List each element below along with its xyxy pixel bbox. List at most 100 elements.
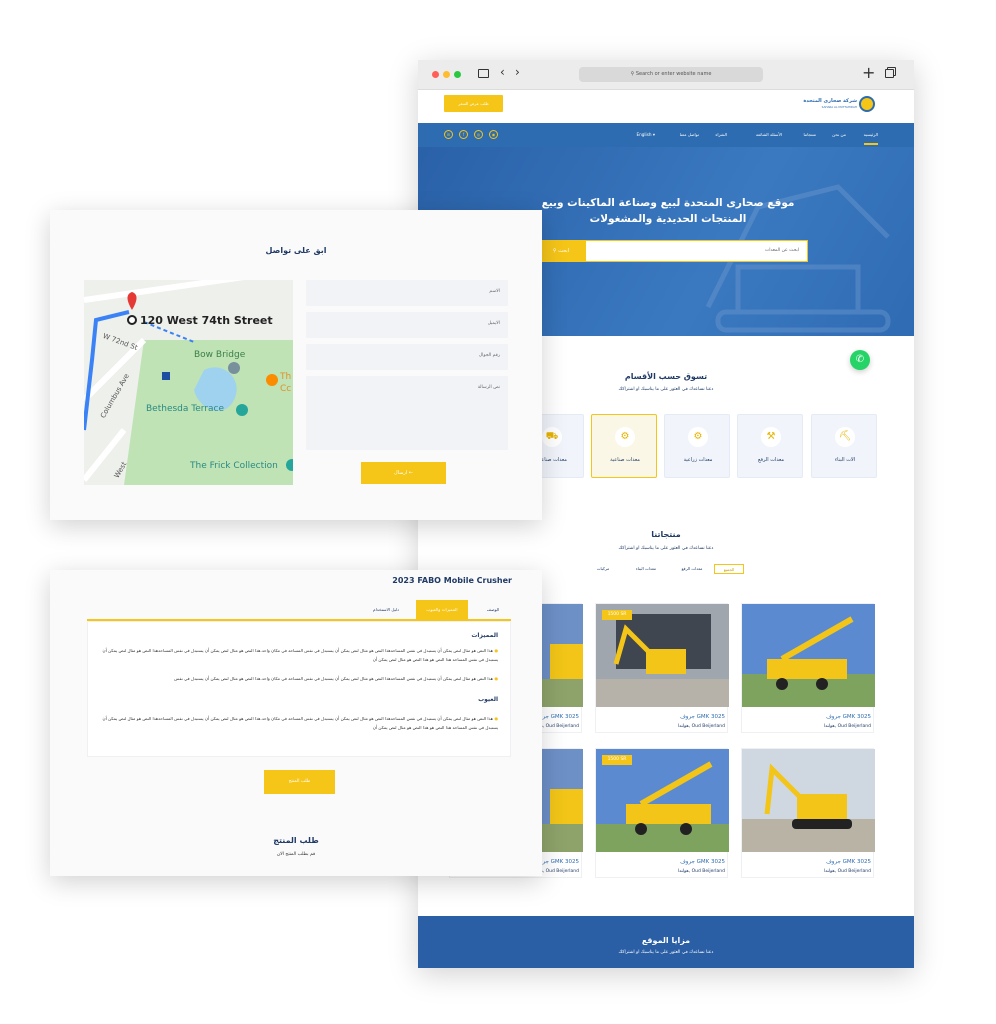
logo-text-en: SAHARA AL MUTTAHIDAH (821, 105, 857, 109)
filter-all[interactable]: الجميع (714, 564, 744, 574)
address-bar[interactable]: ⚲ Search or enter website name (579, 67, 763, 82)
pros-item: ● هذا النص هو مثال لنص يمكن أن يستبدل في… (98, 674, 498, 683)
bullet-icon: ● (493, 716, 498, 721)
close-window-button[interactable] (432, 71, 439, 78)
logo-emblem-icon (859, 96, 875, 112)
crane-icon: ⚒ (761, 427, 781, 447)
product-location: هولندا, Oud Beijerland (677, 869, 725, 874)
send-button[interactable]: ارسال ← (361, 462, 446, 484)
phone-field-label: رقم الجوال (478, 353, 500, 358)
site-header: طلب عرض السعر شركة صحارى المتحدة SAHARA … (418, 90, 914, 123)
features-subtitle: دعنا نساعدك في العثور على ما يناسبك او ا… (618, 950, 714, 955)
contact-panel: ابق على تواصل 120 West 74th Street Bow B… (50, 210, 542, 520)
product-location: هولندا, Oud Beijerland (677, 724, 725, 729)
nav-item-purchase[interactable]: الشراء (715, 123, 727, 147)
bullet-icon: ● (493, 676, 498, 681)
category-label: معدات صناعية (610, 457, 640, 463)
pros-item-text: هذا النص هو مثال لنص يمكن أن يستبدل في ن… (174, 676, 493, 681)
tabs-overview-icon[interactable] (885, 69, 894, 78)
logo-text-ar: شركة صحارى المتحدة (803, 98, 857, 104)
category-card-lifting[interactable]: ⚒ معدات الرفع (737, 414, 803, 478)
nav-item-contact[interactable]: تواصل معنا (680, 123, 699, 147)
facebook-icon[interactable]: f (459, 130, 468, 139)
products-title: منتجاتنا (651, 530, 681, 539)
construction-machine-icon: ⛏ (835, 427, 855, 447)
tab-user-guide[interactable]: دليل الاستخدام (361, 600, 411, 620)
product-details-panel: 2023 FABO Mobile Crusher الوصف المميزات … (50, 570, 542, 876)
price-badge: 1500 SR (602, 610, 632, 620)
filter-lifting[interactable]: معدات الرفع (674, 564, 710, 574)
gears-icon: ⚙ (615, 427, 635, 447)
phone-field[interactable]: رقم الجوال (306, 344, 508, 370)
pros-heading: المميزات (471, 632, 498, 639)
category-card-industrial[interactable]: ⚙ معدات صناعية (591, 414, 657, 478)
product-location: هولندا, Oud Beijerland (823, 869, 871, 874)
product-card[interactable]: 1500 SR جروف GMK 3025 هولندا, Oud Beijer… (595, 748, 729, 878)
price-badge: 1500 SR (602, 755, 632, 765)
minimize-window-button[interactable] (443, 71, 450, 78)
product-location: هولندا, Oud Beijerland (823, 724, 871, 729)
excavator-image (742, 749, 875, 852)
map-label-bow-bridge: Bow Bridge (194, 350, 246, 360)
product-card[interactable]: جروف GMK 3025 هولندا, Oud Beijerland (741, 748, 875, 878)
category-label: معدات زراعية (683, 457, 713, 463)
bullet-icon: ● (493, 648, 498, 653)
map-label-bethesda: Bethesda Terrace (146, 404, 225, 414)
category-card-agriculture[interactable]: ⚙ معدات زراعية (664, 414, 730, 478)
cons-item: ● هذا النص هو مثال لنص يمكن أن يستبدل في… (98, 714, 498, 732)
product-title: جروف GMK 3025 (680, 859, 725, 865)
request-product-button[interactable]: طلب المنتج (264, 770, 335, 794)
features-title: مزايا الموقع (641, 936, 691, 945)
nav-item-about[interactable]: من نحن (832, 123, 846, 147)
cons-heading: العيوب (478, 696, 498, 703)
tab-content: المميزات ● هذا النص هو مثال لنص يمكن أن … (87, 621, 511, 757)
category-card-construction[interactable]: ⛏ الات البناء (811, 414, 877, 478)
instagram-icon[interactable]: ◎ (474, 130, 483, 139)
filter-construction[interactable]: معدات البناء (628, 564, 664, 574)
hero-title: موقع صحارى المتحدة لبيع وصناعة الماكينات… (541, 197, 795, 225)
truck-icon: ⛟ (542, 427, 562, 447)
linkedin-icon[interactable]: in (444, 130, 453, 139)
maximize-window-button[interactable] (454, 71, 461, 78)
forward-icon[interactable]: › (515, 65, 520, 79)
nav-item-home[interactable]: الرئيسية (863, 123, 878, 145)
language-selector[interactable]: English ▾ (636, 123, 655, 147)
sidebar-icon[interactable] (478, 69, 489, 78)
nav-item-faq[interactable]: الأسئلة الشائعة (756, 123, 782, 147)
browser-toolbar: ‹ › ⚲ Search or enter website name + (418, 60, 914, 90)
tab-description[interactable]: الوصف (475, 600, 511, 620)
filter-vehicles[interactable]: مركبات (588, 564, 618, 574)
request-product-heading: طلب المنتج (273, 836, 319, 845)
name-field-label: الاسم (489, 289, 500, 294)
email-field[interactable]: الايميل (306, 312, 508, 338)
features-section: مزايا الموقع دعنا نساعدك في العثور على م… (418, 916, 914, 968)
product-card[interactable]: 1500 SR جروف GMK 3025 هولندا, Oud Beijer… (595, 603, 729, 733)
message-field[interactable]: نص الرسالة (306, 376, 508, 450)
map-label-frick: The Frick Collection (190, 461, 278, 471)
product-card[interactable]: جروف GMK 3025 هولندا, Oud Beijerland (741, 603, 875, 733)
nav-item-products[interactable]: منتجاتنا (804, 123, 816, 147)
search-placeholder: ابحث عن المعدات (764, 248, 799, 253)
whatsapp-icon[interactable]: ✆ (850, 350, 870, 370)
request-quote-button[interactable]: طلب عرض السعر (444, 95, 503, 112)
hero-search-button[interactable]: ⚲ ابحث (536, 240, 586, 262)
products-subtitle: دعنا نساعدك في العثور على ما يناسبك او ا… (618, 546, 714, 551)
map-address-label: 120 West 74th Street (140, 314, 273, 327)
new-tab-icon[interactable]: + (862, 63, 875, 82)
back-icon[interactable]: ‹ (500, 65, 505, 79)
email-field-label: الايميل (487, 321, 500, 326)
product-title: جروف GMK 3025 (826, 859, 871, 865)
cons-item-text: هذا النص هو مثال لنص يمكن أن يستبدل في ن… (102, 716, 498, 730)
map-background (84, 280, 293, 485)
category-label: الات البناء (834, 457, 856, 463)
pros-item: ● هذا النص هو مثال لنص يمكن أن يستبدل في… (98, 646, 498, 664)
tab-pros-cons[interactable]: المميزات والعيوب (416, 600, 468, 620)
map[interactable]: 120 West 74th Street Bow Bridge Bethesda… (84, 280, 293, 485)
site-logo[interactable]: شركة صحارى المتحدة SAHARA AL MUTTAHIDAH (803, 96, 881, 116)
message-field-label: نص الرسالة (477, 385, 500, 390)
map-label-partial-1: Th (280, 372, 292, 382)
map-label-partial-2: Cc (280, 384, 292, 394)
snapchat-icon[interactable]: ◉ (489, 130, 498, 139)
name-field[interactable]: الاسم (306, 280, 508, 306)
tractor-icon: ⚙ (688, 427, 708, 447)
